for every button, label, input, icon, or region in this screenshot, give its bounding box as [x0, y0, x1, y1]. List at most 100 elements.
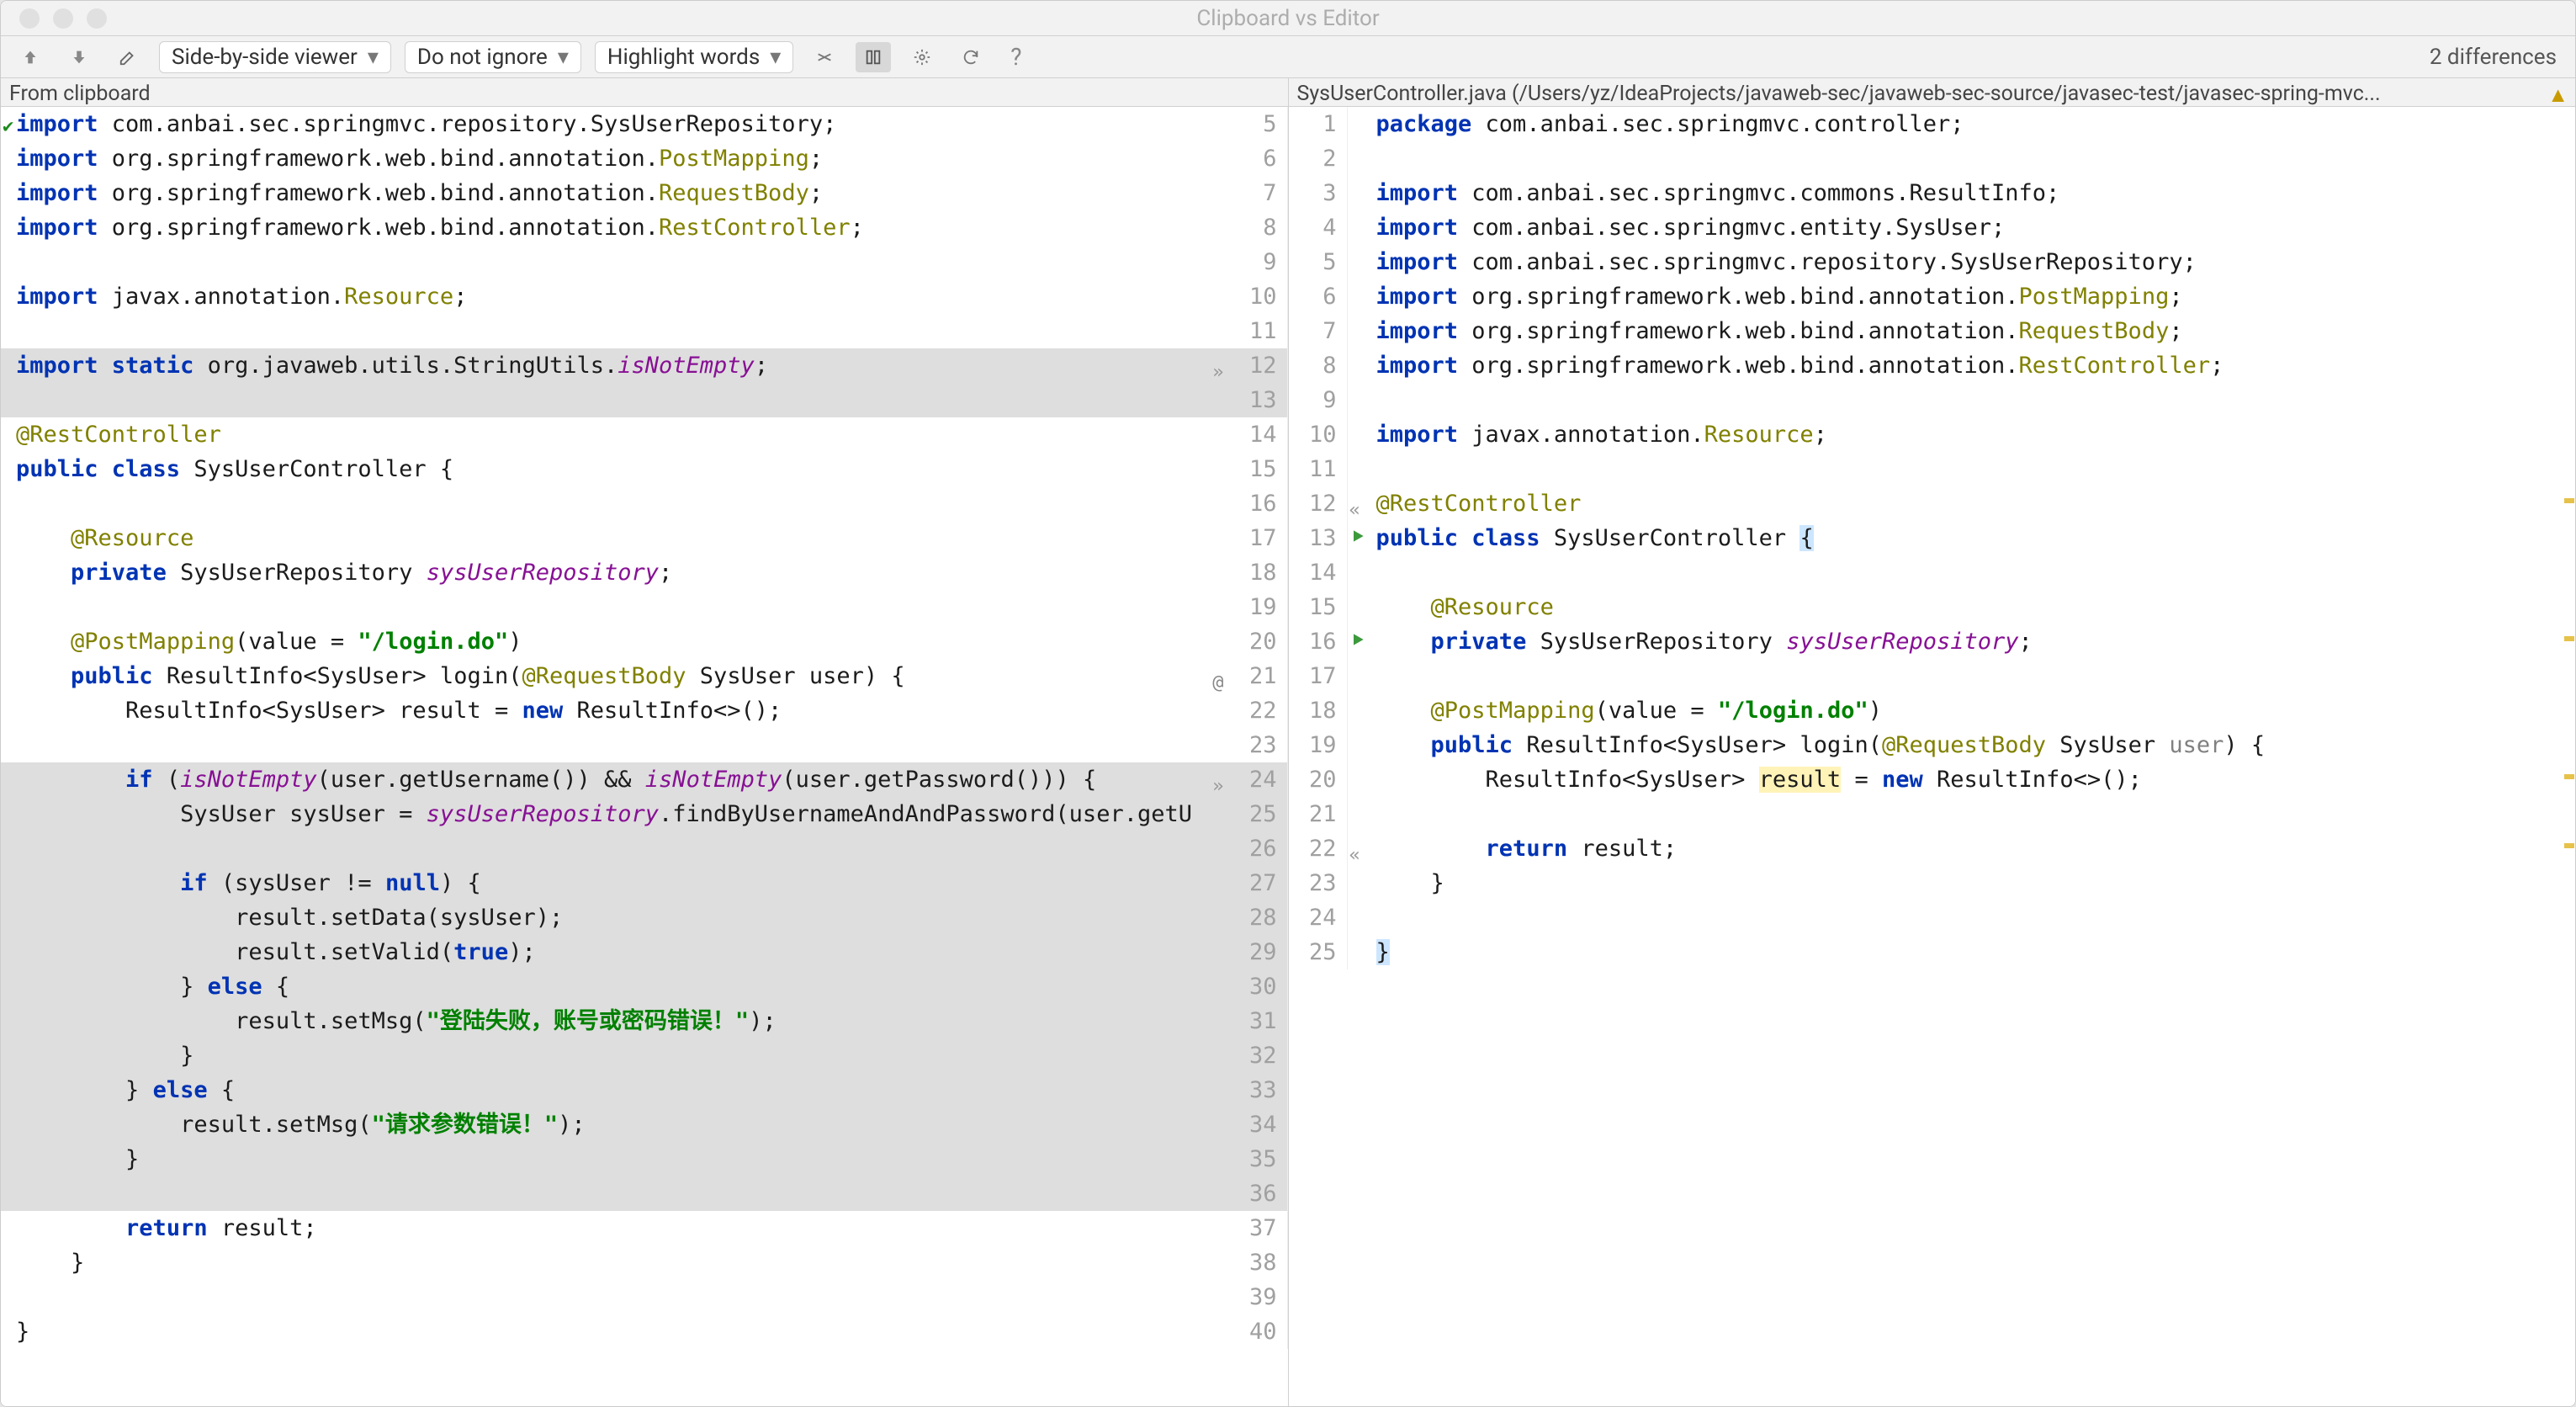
line-number[interactable]: 22	[1289, 831, 1348, 866]
line-number[interactable]: 37	[1229, 1211, 1288, 1245]
line-number[interactable]: 17	[1289, 659, 1348, 693]
code-line[interactable]: return result;	[1371, 831, 2576, 866]
line-number[interactable]: 6	[1229, 141, 1288, 176]
line-number[interactable]: 11	[1229, 314, 1288, 348]
line-number[interactable]: 18	[1229, 555, 1288, 590]
highlight-mode-select[interactable]: Highlight words ▾	[595, 41, 793, 73]
viewer-mode-select[interactable]: Side-by-side viewer ▾	[159, 41, 391, 73]
code-line[interactable]: import javax.annotation.Resource;	[1371, 417, 2576, 452]
run-gutter-icon[interactable]	[1349, 631, 1366, 648]
line-number[interactable]: 28	[1229, 900, 1288, 935]
merge-right-icon[interactable]: »	[1212, 769, 1223, 797]
line-number[interactable]: 35	[1229, 1142, 1288, 1176]
code-line[interactable]: import org.springframework.web.bind.anno…	[1, 176, 1229, 210]
line-number[interactable]: 15	[1289, 590, 1348, 624]
line-number[interactable]: 21	[1229, 659, 1288, 693]
code-line[interactable]: }	[1, 1245, 1229, 1280]
code-line[interactable]: import org.springframework.web.bind.anno…	[1371, 279, 2576, 314]
error-stripe[interactable]	[2563, 107, 2575, 1406]
line-number[interactable]: 16	[1289, 624, 1348, 659]
right-code-area[interactable]: 1package com.anbai.sec.springmvc.control…	[1289, 107, 2576, 1406]
code-line[interactable]: public ResultInfo<SysUser> login(@Reques…	[1, 659, 1229, 693]
code-line[interactable]	[1371, 659, 2576, 693]
line-number[interactable]: 31	[1229, 1004, 1288, 1038]
next-diff-button[interactable]	[61, 42, 97, 72]
line-number[interactable]: 12	[1229, 348, 1288, 383]
line-number[interactable]: 26	[1229, 831, 1288, 866]
line-number[interactable]: 18	[1289, 693, 1348, 728]
line-number[interactable]: 3	[1289, 176, 1348, 210]
code-line[interactable]	[1, 245, 1229, 279]
line-number[interactable]: 14	[1229, 417, 1288, 452]
line-number[interactable]: 36	[1229, 1176, 1288, 1211]
code-line[interactable]: @Resource	[1, 521, 1229, 555]
line-number[interactable]: 7	[1289, 314, 1348, 348]
line-number[interactable]: 13	[1289, 521, 1348, 555]
code-line[interactable]: result.setData(sysUser);	[1, 900, 1229, 935]
code-line[interactable]	[1371, 555, 2576, 590]
line-number[interactable]: 33	[1229, 1073, 1288, 1107]
edit-button[interactable]	[110, 42, 146, 72]
code-line[interactable]: result.setMsg("登陆失败，账号或密码错误！");	[1, 1004, 1229, 1038]
refresh-button[interactable]	[953, 42, 989, 72]
prev-diff-button[interactable]	[13, 42, 48, 72]
line-number[interactable]: 12	[1289, 486, 1348, 521]
line-number[interactable]: 29	[1229, 935, 1288, 969]
line-number[interactable]: 17	[1229, 521, 1288, 555]
collapse-unchanged-button[interactable]	[807, 42, 842, 72]
line-number[interactable]: 13	[1229, 383, 1288, 417]
line-number[interactable]: 39	[1229, 1280, 1288, 1314]
code-line[interactable]	[1, 383, 1229, 417]
line-number[interactable]: 23	[1289, 866, 1348, 900]
line-number[interactable]: 4	[1289, 210, 1348, 245]
left-code-area[interactable]: ✔ import com.anbai.sec.springmvc.reposit…	[1, 107, 1288, 1406]
code-line[interactable]	[1371, 797, 2576, 831]
code-line[interactable]: @RestController	[1, 417, 1229, 452]
line-number[interactable]: 9	[1229, 245, 1288, 279]
code-line[interactable]: import org.springframework.web.bind.anno…	[1371, 348, 2576, 383]
code-line[interactable]: if (isNotEmpty(user.getUsername()) && is…	[1, 762, 1229, 797]
code-line[interactable]	[1371, 900, 2576, 935]
help-button[interactable]: ?	[1002, 42, 1030, 72]
line-number[interactable]: 27	[1229, 866, 1288, 900]
code-line[interactable]: if (sysUser != null) {	[1, 866, 1229, 900]
code-line[interactable]: ResultInfo<SysUser> result = new ResultI…	[1, 693, 1229, 728]
line-number[interactable]: 21	[1289, 797, 1348, 831]
code-line[interactable]: import org.springframework.web.bind.anno…	[1371, 314, 2576, 348]
code-line[interactable]: public class SysUserController {	[1, 452, 1229, 486]
code-line[interactable]: return result;	[1, 1211, 1229, 1245]
code-line[interactable]: @PostMapping(value = "/login.do")	[1371, 693, 2576, 728]
settings-button[interactable]	[904, 42, 940, 72]
code-line[interactable]: }	[1371, 866, 2576, 900]
code-line[interactable]: import javax.annotation.Resource;	[1, 279, 1229, 314]
warning-stripe-marker[interactable]	[2564, 843, 2574, 848]
line-number[interactable]: 16	[1229, 486, 1288, 521]
code-line[interactable]: }	[1371, 935, 2576, 969]
code-line[interactable]	[1, 1176, 1229, 1211]
code-line[interactable]: }	[1, 1142, 1229, 1176]
code-line[interactable]	[1, 314, 1229, 348]
code-line[interactable]: } else {	[1, 969, 1229, 1004]
code-line[interactable]: }	[1, 1314, 1229, 1349]
line-number[interactable]: 38	[1229, 1245, 1288, 1280]
code-line[interactable]: public class SysUserController {	[1371, 521, 2576, 555]
warning-stripe-marker[interactable]	[2564, 498, 2574, 503]
code-line[interactable]: @PostMapping(value = "/login.do")	[1, 624, 1229, 659]
code-line[interactable]: private SysUserRepository sysUserReposit…	[1371, 624, 2576, 659]
line-number[interactable]: 5	[1229, 107, 1288, 141]
run-gutter-icon[interactable]	[1349, 528, 1366, 544]
code-line[interactable]: SysUser sysUser = sysUserRepository.find…	[1, 797, 1229, 831]
line-number[interactable]: 30	[1229, 969, 1288, 1004]
code-line[interactable]: result.setValid(true);	[1, 935, 1229, 969]
code-line[interactable]	[1371, 383, 2576, 417]
warning-stripe-marker[interactable]	[2564, 774, 2574, 779]
line-number[interactable]: 24	[1289, 900, 1348, 935]
line-number[interactable]: 34	[1229, 1107, 1288, 1142]
ignore-mode-select[interactable]: Do not ignore ▾	[405, 41, 581, 73]
line-number[interactable]: 40	[1229, 1314, 1288, 1349]
line-number[interactable]: 20	[1289, 762, 1348, 797]
line-number[interactable]: 11	[1289, 452, 1348, 486]
line-number[interactable]: 23	[1229, 728, 1288, 762]
line-number[interactable]: 15	[1229, 452, 1288, 486]
line-number[interactable]: 10	[1289, 417, 1348, 452]
